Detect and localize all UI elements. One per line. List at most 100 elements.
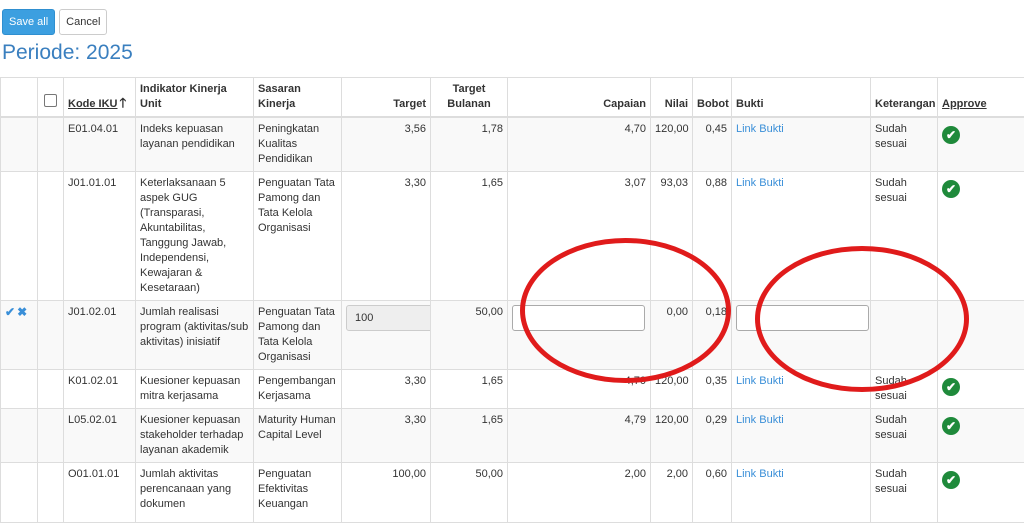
- cell-target-bulanan: 1,78: [431, 117, 508, 172]
- cell-indikator: Jumlah aktivitas perencanaan yang dokume…: [136, 463, 254, 523]
- cell-nilai: 120,00: [651, 370, 693, 409]
- table-row-editing: ✔✖ J01.02.01 Jumlah realisasi program (a…: [1, 301, 1024, 370]
- header-bobot: Bobot: [693, 78, 732, 118]
- bukti-input[interactable]: [736, 305, 869, 331]
- cell-bobot: 0,18: [693, 301, 732, 370]
- cell-bukti: Link Bukti: [732, 172, 871, 301]
- check-circle-icon[interactable]: ✔: [942, 180, 960, 198]
- link-bukti[interactable]: Link Bukti: [736, 375, 784, 387]
- row-actions: [1, 172, 38, 301]
- cell-capaian: 2,00: [508, 463, 651, 523]
- check-circle-icon[interactable]: ✔: [942, 126, 960, 144]
- cell-keterangan: Sudah sesuai: [871, 409, 938, 463]
- link-bukti[interactable]: Link Bukti: [736, 177, 784, 189]
- header-actions: [1, 78, 38, 118]
- cell-nilai: 2,00: [651, 463, 693, 523]
- table-row: L05.02.01 Kuesioner kepuasan stakeholder…: [1, 409, 1024, 463]
- cell-kode: K01.02.01: [64, 370, 136, 409]
- cell-capaian: 4,70: [508, 370, 651, 409]
- select-all-checkbox[interactable]: [44, 94, 57, 107]
- cell-nilai: 120,00: [651, 409, 693, 463]
- cell-capaian: 3,07: [508, 172, 651, 301]
- header-capaian: Capaian: [508, 78, 651, 118]
- table-header-row: Kode IKU🡑 Indikator Kinerja Unit Sasaran…: [1, 78, 1024, 118]
- cell-target-bulanan: 50,00: [431, 301, 508, 370]
- header-nilai: Nilai: [651, 78, 693, 118]
- cell-indikator: Kuesioner kepuasan stakeholder terhadap …: [136, 409, 254, 463]
- table-row: K01.02.01 Kuesioner kepuasan mitra kerja…: [1, 370, 1024, 409]
- cell-keterangan: Sudah sesuai: [871, 370, 938, 409]
- cell-capaian: 4,70: [508, 117, 651, 172]
- cell-kode: J01.01.01: [64, 172, 136, 301]
- cell-target: 100: [342, 301, 431, 370]
- cell-target: 3,30: [342, 370, 431, 409]
- cell-approve: ✔: [938, 463, 1024, 523]
- cell-bukti: [732, 301, 871, 370]
- row-actions: [1, 370, 38, 409]
- cell-approve: [938, 301, 1024, 370]
- cell-bukti: Link Bukti: [732, 409, 871, 463]
- cell-target: 100,00: [342, 463, 431, 523]
- cell-target: 3,56: [342, 117, 431, 172]
- cell-target-bulanan: 1,65: [431, 370, 508, 409]
- cell-indikator: Keterlaksanaan 5 aspek GUG (Transparasi,…: [136, 172, 254, 301]
- discard-icon[interactable]: ✖: [17, 305, 27, 319]
- page-title: Periode: 2025: [2, 41, 133, 65]
- cell-target-bulanan: 50,00: [431, 463, 508, 523]
- link-bukti[interactable]: Link Bukti: [736, 123, 784, 135]
- toolbar: Save all Cancel: [2, 9, 107, 35]
- cell-indikator: Jumlah realisasi program (aktivitas/sub …: [136, 301, 254, 370]
- cell-bobot: 0,29: [693, 409, 732, 463]
- cell-keterangan: [871, 301, 938, 370]
- check-circle-icon[interactable]: ✔: [942, 471, 960, 489]
- cell-keterangan: Sudah sesuai: [871, 172, 938, 301]
- cell-target-bulanan: 1,65: [431, 172, 508, 301]
- iku-table: Kode IKU🡑 Indikator Kinerja Unit Sasaran…: [0, 77, 1024, 523]
- row-actions: [1, 117, 38, 172]
- header-target: Target: [342, 78, 431, 118]
- check-circle-icon[interactable]: ✔: [942, 378, 960, 396]
- header-indikator: Indikator Kinerja Unit: [136, 78, 254, 118]
- cell-capaian: 4,79: [508, 409, 651, 463]
- header-approve[interactable]: Approve: [938, 78, 1024, 118]
- cell-bobot: 0,35: [693, 370, 732, 409]
- cell-keterangan: Sudah sesuai: [871, 117, 938, 172]
- header-target-bulanan: Target Bulanan: [431, 78, 508, 118]
- row-actions: [1, 463, 38, 523]
- cell-target-bulanan: 1,65: [431, 409, 508, 463]
- sort-up-icon: 🡑: [120, 95, 127, 110]
- cell-sasaran: Penguatan Tata Pamong dan Tata Kelola Or…: [254, 301, 342, 370]
- capaian-input[interactable]: [512, 305, 645, 331]
- row-actions: [1, 409, 38, 463]
- check-circle-icon[interactable]: ✔: [942, 417, 960, 435]
- cell-sasaran: Peningkatan Kualitas Pendidikan: [254, 117, 342, 172]
- save-all-button[interactable]: Save all: [2, 9, 55, 35]
- cell-target: 3,30: [342, 172, 431, 301]
- header-sasaran: Sasaran Kinerja: [254, 78, 342, 118]
- cell-keterangan: Sudah sesuai: [871, 463, 938, 523]
- header-kode[interactable]: Kode IKU🡑: [64, 78, 136, 118]
- confirm-icon[interactable]: ✔: [5, 305, 15, 319]
- cell-kode: E01.04.01: [64, 117, 136, 172]
- cell-target: 3,30: [342, 409, 431, 463]
- link-bukti[interactable]: Link Bukti: [736, 414, 784, 426]
- cell-bukti: Link Bukti: [732, 117, 871, 172]
- cell-sasaran: Penguatan Tata Pamong dan Tata Kelola Or…: [254, 172, 342, 301]
- cell-indikator: Kuesioner kepuasan mitra kerjasama: [136, 370, 254, 409]
- link-bukti[interactable]: Link Bukti: [736, 468, 784, 480]
- header-bukti: Bukti: [732, 78, 871, 118]
- cell-approve: ✔: [938, 117, 1024, 172]
- cell-sasaran: Pengembangan Kerjasama: [254, 370, 342, 409]
- header-select-all[interactable]: [38, 78, 64, 118]
- cell-sasaran: Maturity Human Capital Level: [254, 409, 342, 463]
- cell-approve: ✔: [938, 370, 1024, 409]
- cell-nilai: 93,03: [651, 172, 693, 301]
- cell-nilai: 120,00: [651, 117, 693, 172]
- cell-bukti: Link Bukti: [732, 463, 871, 523]
- cell-kode: J01.02.01: [64, 301, 136, 370]
- cell-bobot: 0,88: [693, 172, 732, 301]
- cell-approve: ✔: [938, 172, 1024, 301]
- table-row: E01.04.01 Indeks kepuasan layanan pendid…: [1, 117, 1024, 172]
- cancel-button[interactable]: Cancel: [59, 9, 107, 35]
- cell-indikator: Indeks kepuasan layanan pendidikan: [136, 117, 254, 172]
